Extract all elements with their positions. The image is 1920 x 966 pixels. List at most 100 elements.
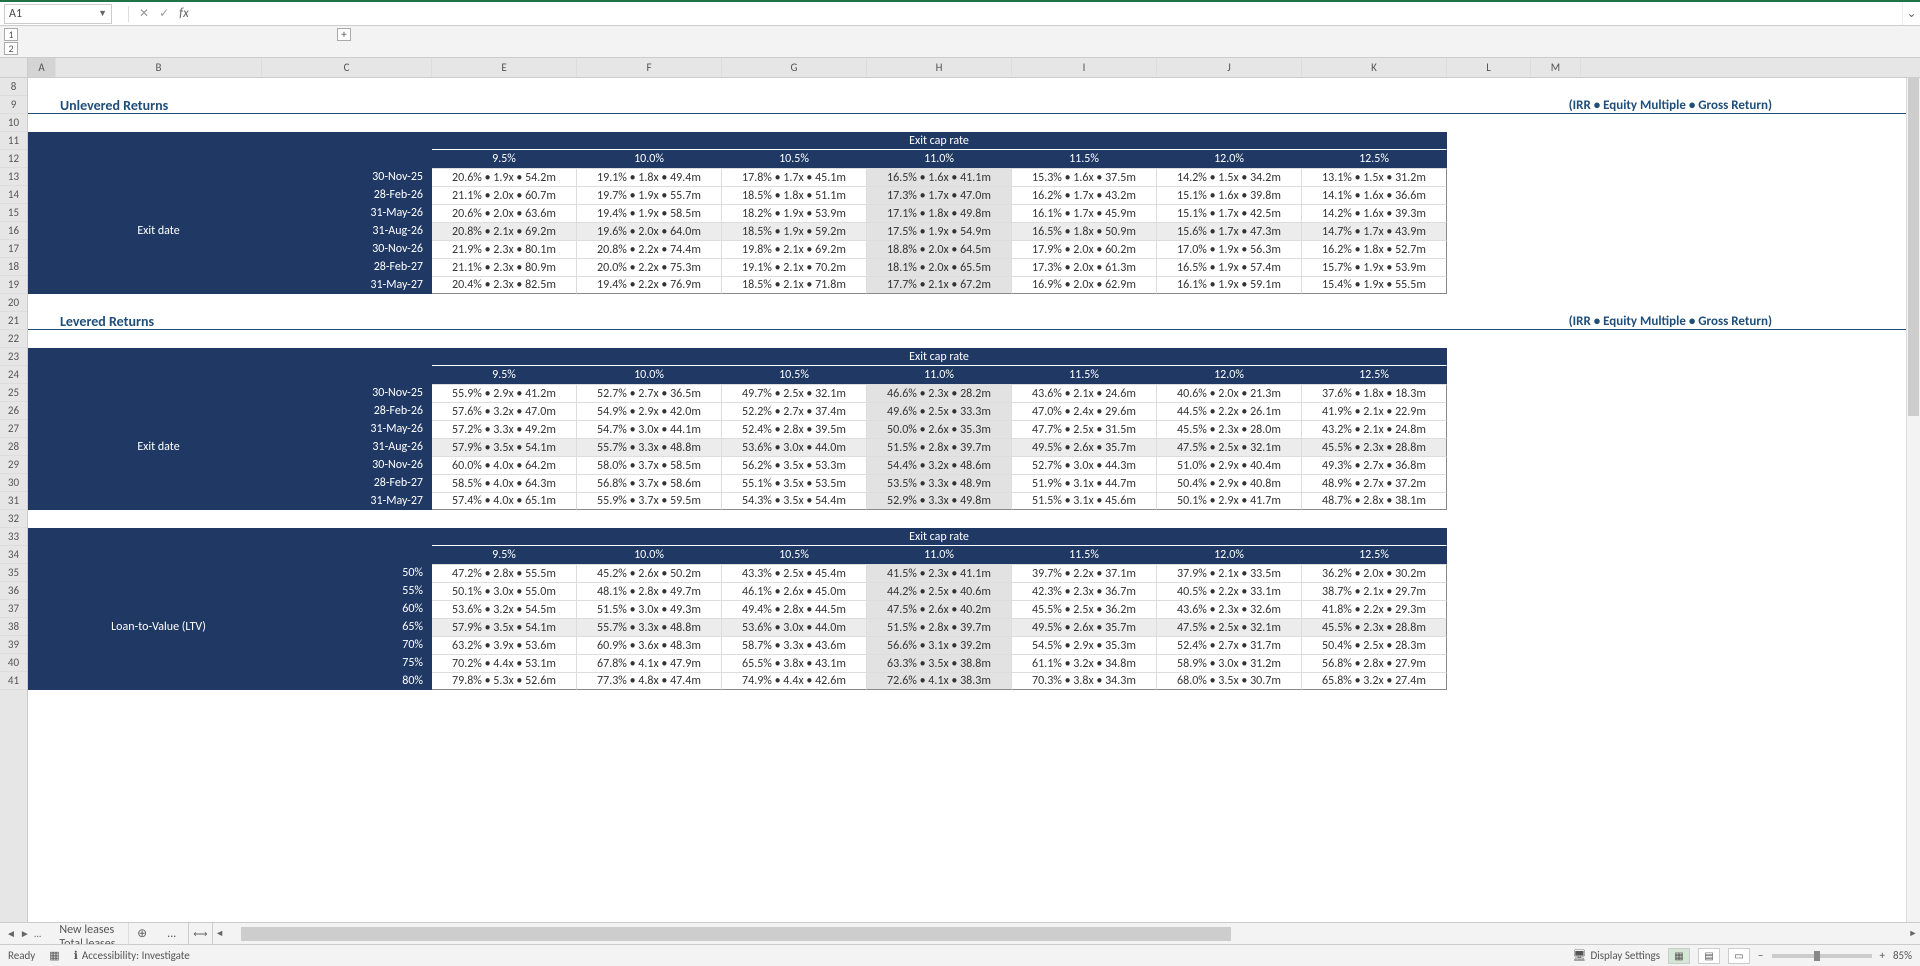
data-cell[interactable]: 45.5% • 2.3x • 28.8m (1302, 438, 1447, 456)
data-cell[interactable]: 39.7% • 2.2x • 37.1m (1012, 564, 1157, 582)
cell[interactable] (28, 438, 56, 456)
data-cell[interactable]: 15.6% • 1.7x • 47.3m (1157, 222, 1302, 240)
cells[interactable]: Unlevered ReturnsExit cap rate9.5%10.0%1… (28, 78, 1920, 690)
data-cell[interactable]: 47.7% • 2.5x • 31.5m (1012, 420, 1157, 438)
zoom-out-icon[interactable]: − (1758, 949, 1763, 962)
cell[interactable] (28, 672, 56, 690)
data-cell[interactable]: 54.4% • 3.2x • 48.6m (867, 456, 1012, 474)
data-cell[interactable]: 51.5% • 2.8x • 39.7m (867, 618, 1012, 636)
cell[interactable] (56, 582, 262, 600)
cell[interactable] (1302, 330, 1447, 348)
data-cell[interactable]: 16.5% • 1.6x • 41.1m (867, 168, 1012, 186)
data-cell[interactable]: 52.7% • 3.0x • 44.3m (1012, 456, 1157, 474)
exit-cap-rate-header[interactable]: Exit cap rate (432, 348, 1447, 366)
cell[interactable] (1447, 114, 1531, 132)
data-cell[interactable]: 41.5% • 2.3x • 41.1m (867, 564, 1012, 582)
cell[interactable] (262, 96, 432, 114)
cell[interactable] (1447, 582, 1531, 600)
data-cell[interactable]: 56.6% • 3.1x • 39.2m (867, 636, 1012, 654)
cell[interactable] (1302, 114, 1447, 132)
cell[interactable] (432, 510, 577, 528)
cell[interactable] (1447, 420, 1531, 438)
cell[interactable] (262, 510, 432, 528)
cell[interactable] (1447, 672, 1531, 690)
cell[interactable] (1531, 402, 1581, 420)
row-header-18[interactable]: 18 (0, 258, 27, 276)
col-header-J[interactable]: J (1157, 58, 1302, 77)
row-header-10[interactable]: 10 (0, 114, 27, 132)
row-header-11[interactable]: 11 (0, 132, 27, 150)
cell[interactable] (56, 654, 262, 672)
cell[interactable] (56, 330, 262, 348)
data-cell[interactable]: 65.8% • 3.2x • 27.4m (1302, 672, 1447, 690)
cell[interactable] (262, 312, 432, 330)
cell[interactable] (56, 636, 262, 654)
data-cell[interactable]: 15.1% • 1.6x • 39.8m (1157, 186, 1302, 204)
data-cell[interactable]: 49.7% • 2.5x • 32.1m (722, 384, 867, 402)
data-cell[interactable]: 36.2% • 2.0x • 30.2m (1302, 564, 1447, 582)
data-cell[interactable]: 58.5% • 4.0x • 64.3m (432, 474, 577, 492)
data-cell[interactable]: 70.2% • 4.4x • 53.1m (432, 654, 577, 672)
row-header-27[interactable]: 27 (0, 420, 27, 438)
col-header-M[interactable]: M (1531, 58, 1581, 77)
section-note[interactable] (1302, 312, 1447, 330)
cell[interactable] (28, 78, 56, 96)
name-box[interactable]: A1 ▼ (4, 4, 112, 24)
data-cell[interactable]: 48.9% • 2.7x • 37.2m (1302, 474, 1447, 492)
data-cell[interactable]: 55.1% • 3.5x • 53.5m (722, 474, 867, 492)
cell[interactable] (56, 564, 262, 582)
data-cell[interactable]: 47.0% • 2.4x • 29.6m (1012, 402, 1157, 420)
cell[interactable] (1447, 456, 1531, 474)
cell[interactable] (1012, 294, 1157, 312)
cell[interactable] (262, 78, 432, 96)
cell[interactable] (1447, 204, 1531, 222)
cell[interactable] (1447, 600, 1531, 618)
cell[interactable] (262, 528, 432, 546)
row-header-8[interactable]: 8 (0, 78, 27, 96)
data-cell[interactable]: 15.1% • 1.7x • 42.5m (1157, 204, 1302, 222)
cell[interactable] (1157, 114, 1302, 132)
cell[interactable] (1447, 240, 1531, 258)
formula-input[interactable] (189, 4, 1902, 24)
data-cell[interactable]: 58.0% • 3.7x • 58.5m (577, 456, 722, 474)
cell[interactable] (867, 96, 1012, 114)
cell[interactable] (432, 114, 577, 132)
cell[interactable] (1447, 312, 1531, 330)
data-cell[interactable]: 17.3% • 1.7x • 47.0m (867, 186, 1012, 204)
row-header-9[interactable]: 9 (0, 96, 27, 114)
data-cell[interactable]: 49.6% • 2.5x • 33.3m (867, 402, 1012, 420)
cell[interactable] (28, 492, 56, 510)
cell[interactable] (28, 330, 56, 348)
cell[interactable] (1447, 654, 1531, 672)
data-cell[interactable]: 53.6% • 3.0x • 44.0m (722, 618, 867, 636)
data-cell[interactable]: 55.7% • 3.3x • 48.8m (577, 438, 722, 456)
tab-nav-more-icon[interactable]: ... (34, 927, 42, 940)
cell[interactable] (432, 294, 577, 312)
cell[interactable] (1157, 294, 1302, 312)
data-cell[interactable]: 51.5% • 3.0x • 49.3m (577, 600, 722, 618)
data-cell[interactable]: 63.2% • 3.9x • 53.6m (432, 636, 577, 654)
cell[interactable] (1531, 150, 1581, 168)
cell[interactable] (1447, 276, 1531, 294)
row-label[interactable]: 50% (262, 564, 432, 582)
col-header-L[interactable]: L (1447, 58, 1531, 77)
cell[interactable] (28, 276, 56, 294)
cell[interactable] (1447, 186, 1531, 204)
cap-rate-col[interactable]: 10.5% (722, 546, 867, 564)
row-header-32[interactable]: 32 (0, 510, 27, 528)
cell[interactable] (1531, 258, 1581, 276)
cap-rate-col[interactable]: 11.5% (1012, 150, 1157, 168)
cap-rate-col[interactable]: 11.5% (1012, 366, 1157, 384)
cell[interactable] (867, 294, 1012, 312)
row-label[interactable]: 28-Feb-27 (262, 474, 432, 492)
cell[interactable] (28, 240, 56, 258)
cell[interactable] (28, 456, 56, 474)
tab-more[interactable]: ... (155, 923, 188, 944)
data-cell[interactable]: 57.9% • 3.5x • 54.1m (432, 438, 577, 456)
cell[interactable] (1531, 456, 1581, 474)
data-cell[interactable]: 57.4% • 4.0x • 65.1m (432, 492, 577, 510)
cell[interactable] (577, 510, 722, 528)
cell[interactable] (56, 78, 262, 96)
cell[interactable] (28, 528, 56, 546)
data-cell[interactable]: 47.5% • 2.5x • 32.1m (1157, 618, 1302, 636)
